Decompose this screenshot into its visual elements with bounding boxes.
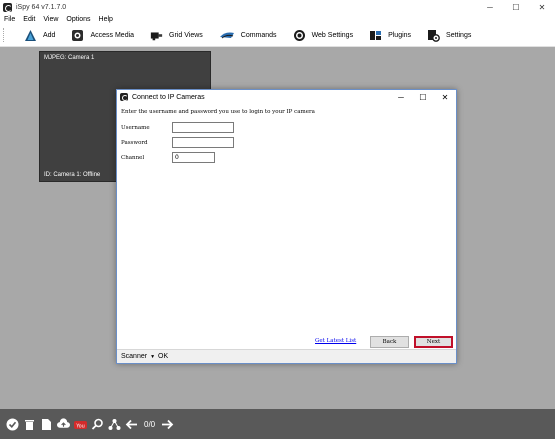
main-toolbar: Add Access Media Grid Views Commands Web… xyxy=(0,24,555,47)
dialog-maximize-button[interactable]: ☐ xyxy=(412,90,434,104)
grid-views-label: Grid Views xyxy=(169,31,203,39)
dialog-logo-icon xyxy=(120,93,128,101)
plugins-icon xyxy=(369,29,382,42)
menu-edit[interactable]: Edit xyxy=(19,16,39,23)
check-icon[interactable] xyxy=(6,418,19,431)
next-arrow-icon[interactable] xyxy=(161,418,174,431)
instruction-text: Enter the username and password you use … xyxy=(121,109,315,115)
grid-views-button[interactable]: Grid Views xyxy=(142,25,211,45)
bottom-toolbar: You 0/0 xyxy=(0,409,555,439)
window-controls: ─ ☐ ✕ xyxy=(477,0,555,14)
dialog-status-bar: Scanner ▼ OK xyxy=(117,349,456,363)
media-icon xyxy=(71,29,84,42)
commands-icon xyxy=(219,29,235,42)
access-media-label: Access Media xyxy=(90,31,135,39)
scanner-status: OK xyxy=(158,353,169,360)
menu-options[interactable]: Options xyxy=(62,16,94,23)
cloud-upload-icon[interactable] xyxy=(57,418,70,431)
youtube-icon[interactable]: You xyxy=(74,418,87,431)
web-icon xyxy=(293,29,306,42)
grid-icon xyxy=(150,29,163,42)
settings-button[interactable]: Settings xyxy=(419,25,479,45)
web-settings-label: Web Settings xyxy=(311,31,354,39)
window-title: iSpy 64 v7.1.7.0 xyxy=(16,3,67,11)
page-counter: 0/0 xyxy=(144,419,156,429)
web-settings-button[interactable]: Web Settings xyxy=(285,25,362,45)
camera-status: ID: Camera 1: Offline xyxy=(44,172,101,178)
password-field[interactable] xyxy=(172,137,234,148)
chevron-down-icon[interactable]: ▼ xyxy=(150,354,155,360)
ispy-logo-icon xyxy=(3,2,12,12)
dialog-body: Enter the username and password you use … xyxy=(117,104,456,349)
scanner-dropdown[interactable]: Scanner xyxy=(121,353,147,360)
network-icon[interactable] xyxy=(108,418,121,431)
password-label: Password xyxy=(121,140,148,146)
channel-field[interactable] xyxy=(172,152,215,163)
menu-view[interactable]: View xyxy=(39,16,62,23)
add-button[interactable]: Add xyxy=(14,25,63,45)
channel-label: Channel xyxy=(121,155,145,161)
trash-icon[interactable] xyxy=(23,418,36,431)
commands-label: Commands xyxy=(240,31,277,39)
dialog-minimize-button[interactable]: ─ xyxy=(390,90,412,104)
add-icon xyxy=(24,29,37,42)
back-button[interactable]: Back xyxy=(370,336,409,348)
maximize-button[interactable]: ☐ xyxy=(503,0,529,14)
menu-bar: File Edit View Options Help xyxy=(0,14,555,24)
document-icon[interactable] xyxy=(40,418,53,431)
get-latest-list-link[interactable]: Get Latest List xyxy=(315,338,356,344)
plugins-label: Plugins xyxy=(388,31,412,39)
settings-icon xyxy=(427,29,440,42)
username-field[interactable] xyxy=(172,122,234,133)
connect-ip-cameras-dialog: Connect to IP Cameras ─ ☐ ✕ Enter the us… xyxy=(116,89,457,364)
svg-text:You: You xyxy=(75,423,85,429)
previous-arrow-icon[interactable] xyxy=(125,418,138,431)
dialog-title: Connect to IP Cameras xyxy=(132,93,205,101)
commands-button[interactable]: Commands xyxy=(211,25,285,45)
menu-help[interactable]: Help xyxy=(95,16,117,23)
username-label: Username xyxy=(121,125,150,131)
settings-label: Settings xyxy=(446,31,472,39)
camera-name: MJPEG: Camera 1 xyxy=(44,55,95,61)
search-icon[interactable] xyxy=(91,418,104,431)
main-titlebar: iSpy 64 v7.1.7.0 ─ ☐ ✕ xyxy=(0,0,555,14)
dialog-titlebar[interactable]: Connect to IP Cameras ─ ☐ ✕ xyxy=(117,90,456,104)
add-label: Add xyxy=(43,31,56,39)
access-media-button[interactable]: Access Media xyxy=(63,25,142,45)
plugins-button[interactable]: Plugins xyxy=(361,25,419,45)
minimize-button[interactable]: ─ xyxy=(477,0,503,14)
menu-file[interactable]: File xyxy=(0,16,19,23)
toolbar-grip[interactable] xyxy=(3,28,6,42)
next-button[interactable]: Next xyxy=(414,336,453,348)
close-button[interactable]: ✕ xyxy=(529,0,555,14)
dialog-window-controls: ─ ☐ ✕ xyxy=(390,90,456,104)
dialog-close-button[interactable]: ✕ xyxy=(434,90,456,104)
